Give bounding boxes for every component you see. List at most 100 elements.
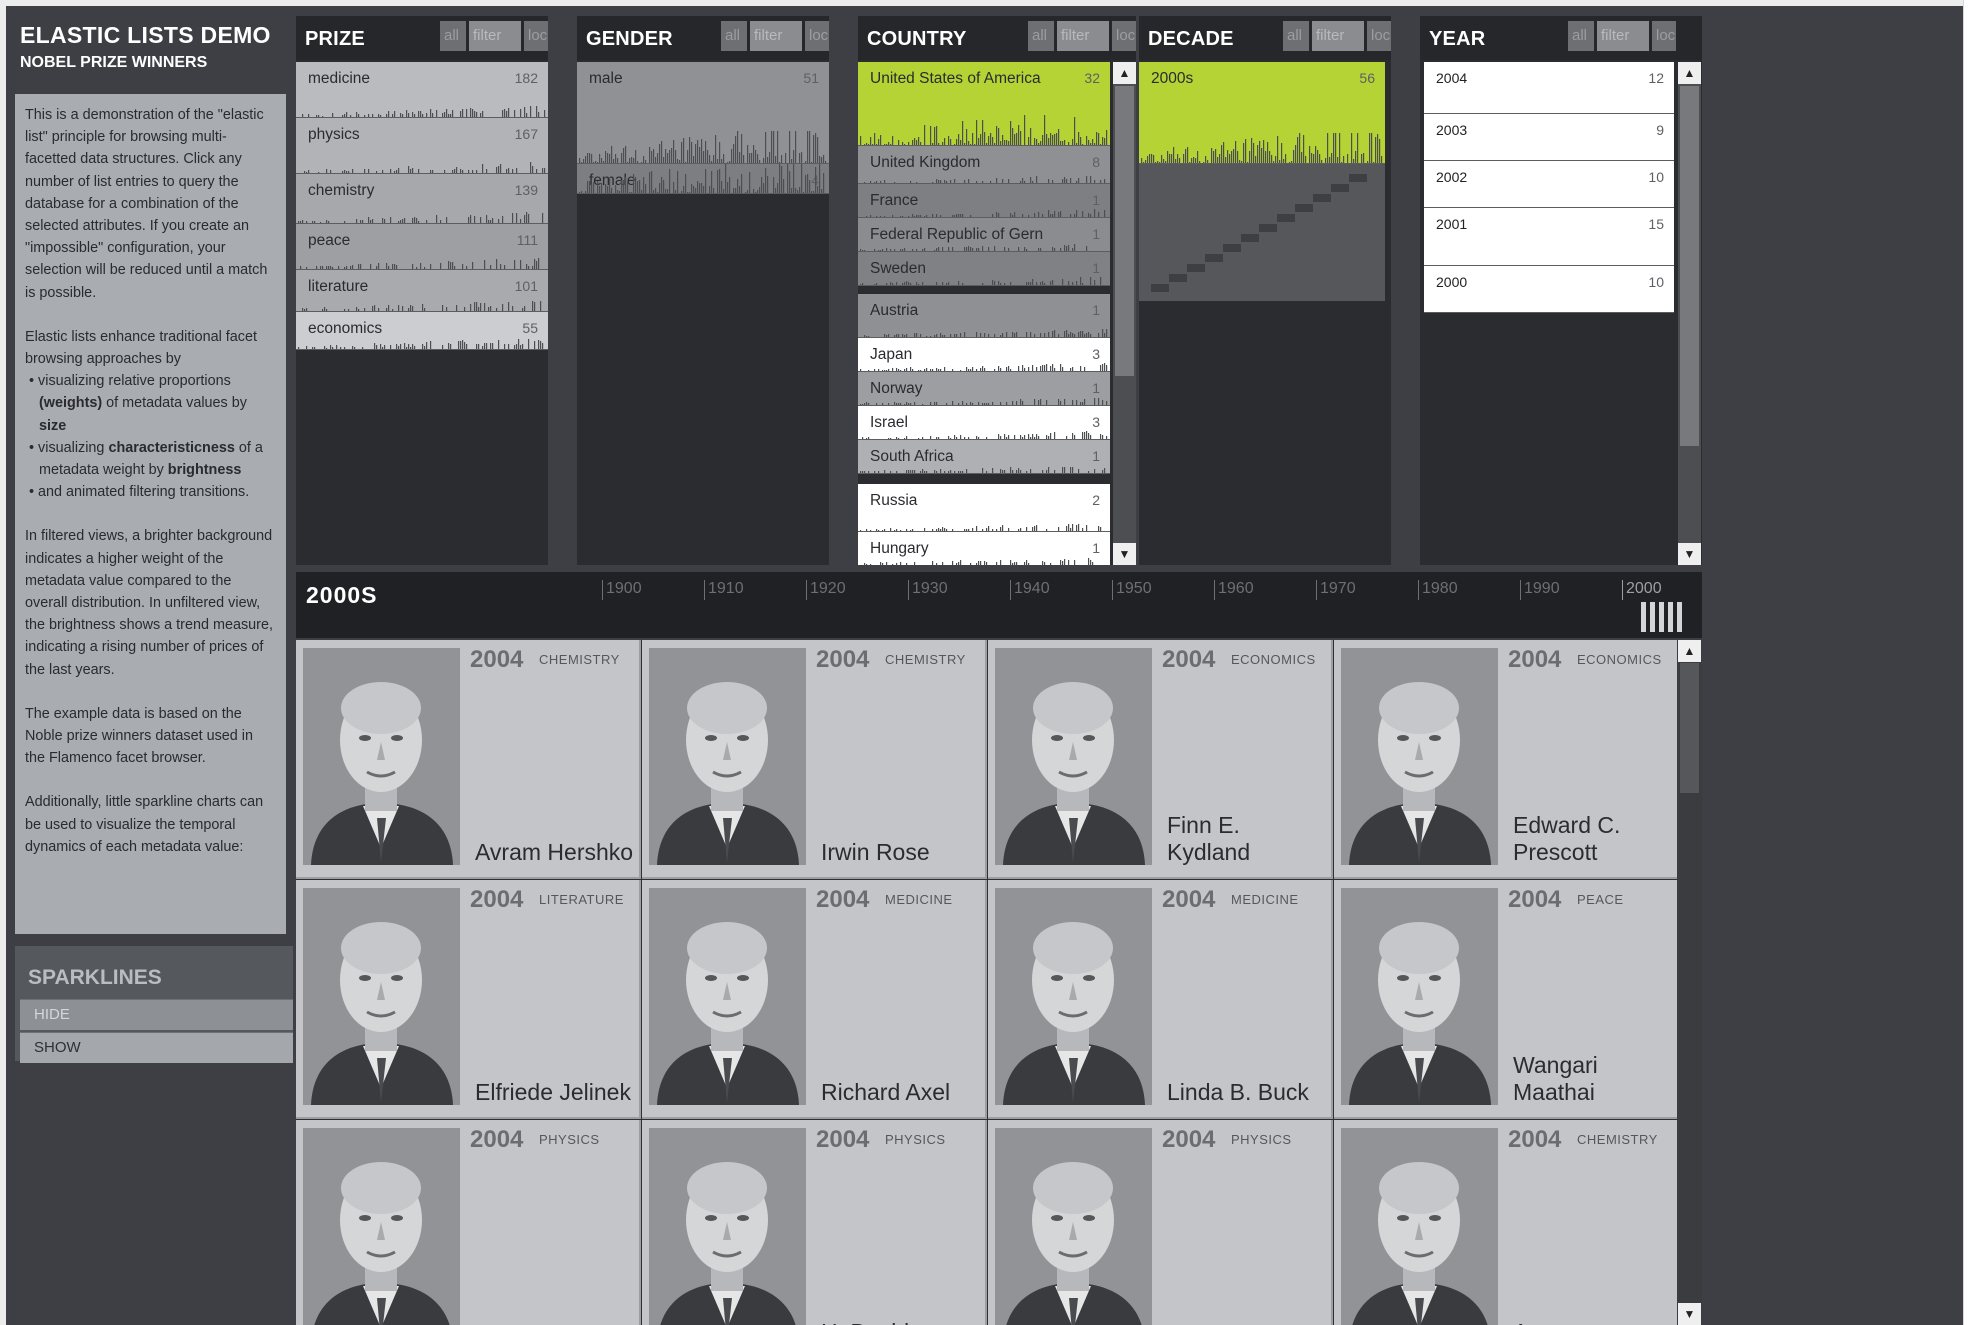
facet-item-label: Russia bbox=[870, 492, 918, 509]
timeline-tick[interactable]: 1910 bbox=[704, 580, 744, 600]
timeline-tick[interactable]: 1920 bbox=[806, 580, 846, 600]
facet-title: DECADE bbox=[1148, 28, 1234, 50]
all-button[interactable]: all bbox=[1028, 21, 1054, 51]
laureate-card[interactable]: 2004 CHEMISTRY Avram Hershko bbox=[296, 640, 641, 879]
facet-item-norway[interactable]: Norway 1 bbox=[858, 372, 1110, 406]
laureate-card[interactable]: 2004 CHEMISTRY Irwin Rose bbox=[642, 640, 987, 879]
facet-item-label: physics bbox=[308, 126, 360, 143]
scroll-down-arrow-icon[interactable]: ▼ bbox=[1678, 543, 1701, 565]
timeline-tick[interactable]: 1970 bbox=[1316, 580, 1356, 600]
filter-button[interactable]: filter bbox=[469, 21, 521, 51]
intro-paragraph: This is a demonstration of the "elastic … bbox=[25, 107, 268, 301]
facet-item-france[interactable]: France 1 bbox=[858, 184, 1110, 218]
laureate-card[interactable]: 2004 ECONOMICS Finn E. Kydland bbox=[988, 640, 1333, 879]
sparkline-chart bbox=[866, 209, 1106, 217]
facet-item-japan[interactable]: Japan 3 bbox=[858, 338, 1110, 372]
facet-item-male[interactable]: male 51 bbox=[577, 62, 829, 164]
scroll-up-arrow-icon[interactable]: ▲ bbox=[1678, 62, 1701, 84]
facet-item-austria[interactable]: Austria 1 bbox=[858, 294, 1110, 338]
facet-item-count: 15 bbox=[1648, 216, 1664, 232]
facet-item-israel[interactable]: Israel 3 bbox=[858, 406, 1110, 440]
sparkline-chart bbox=[302, 301, 542, 311]
year-scrollbar[interactable]: ▲ ▼ bbox=[1678, 62, 1701, 565]
timeline-tick[interactable]: 1960 bbox=[1214, 580, 1254, 600]
lock-button[interactable]: lock bbox=[805, 21, 829, 51]
laureate-name: Richard Axel bbox=[821, 1079, 951, 1105]
facet-item-literature[interactable]: literature 101 bbox=[296, 270, 548, 312]
lock-button[interactable]: lock bbox=[524, 21, 548, 51]
filter-button[interactable]: filter bbox=[1312, 21, 1364, 51]
laureate-card[interactable]: 2004 CHEMISTRY Aaron Ciechanover bbox=[1334, 1120, 1677, 1325]
facet-year: YEAR all filter lock 2004122003920021020… bbox=[1420, 16, 1702, 565]
filter-button[interactable]: filter bbox=[750, 21, 802, 51]
laureate-card[interactable]: 2004 MEDICINE Linda B. Buck bbox=[988, 880, 1333, 1119]
laureate-year: 2004 bbox=[816, 886, 870, 913]
sparkline-chart bbox=[300, 258, 540, 269]
facet-item-peace[interactable]: peace 111 bbox=[296, 224, 548, 270]
facet-item-south-africa[interactable]: South Africa 1 bbox=[858, 440, 1110, 474]
laureate-card[interactable]: 2004 ECONOMICS Edward C. Prescott bbox=[1334, 640, 1677, 879]
results-scrollbar[interactable]: ▲ ▼ bbox=[1677, 640, 1702, 1325]
all-button[interactable]: all bbox=[1283, 21, 1309, 51]
facet-item-2000[interactable]: 2000 10 bbox=[1424, 266, 1674, 313]
laureate-card[interactable]: 2004PHYSICSFrank Wilczek bbox=[988, 1120, 1333, 1325]
lock-button[interactable]: lock bbox=[1652, 21, 1676, 51]
facet-item-sweden[interactable]: Sweden 1 bbox=[858, 252, 1110, 286]
timeline-tick[interactable]: 1990 bbox=[1520, 580, 1560, 600]
facet-item-physics[interactable]: physics 167 bbox=[296, 118, 548, 174]
laureate-card[interactable]: 2004 PEACE Wangari Maathai bbox=[1334, 880, 1677, 1119]
facet-item-2000s[interactable]: 2000s 56 bbox=[1139, 62, 1385, 164]
facet-item-hungary[interactable]: Hungary 1 bbox=[858, 532, 1110, 565]
filter-button[interactable]: filter bbox=[1057, 21, 1109, 51]
laureate-card[interactable]: 2004 LITERATURE Elfriede Jelinek bbox=[296, 880, 641, 1119]
facet-item-2002[interactable]: 2002 10 bbox=[1424, 161, 1674, 208]
facet-item-label: medicine bbox=[308, 70, 371, 87]
facet-item-count: 167 bbox=[514, 126, 538, 142]
facet-item-female[interactable]: female4 bbox=[577, 164, 829, 194]
laureate-photo bbox=[303, 648, 460, 865]
facet-item-2003[interactable]: 2003 9 bbox=[1424, 114, 1674, 161]
facet-item-count: 182 bbox=[514, 70, 538, 86]
facet-item-chemistry[interactable]: chemistry 139 bbox=[296, 174, 548, 224]
facet-item-count: 1 bbox=[1092, 302, 1100, 318]
timeline-tick[interactable]: 1950 bbox=[1112, 580, 1152, 600]
facet-item-2004[interactable]: 2004 12 bbox=[1424, 62, 1674, 114]
country-scrollbar[interactable]: ▲ ▼ bbox=[1113, 62, 1136, 565]
scroll-up-arrow-icon[interactable]: ▲ bbox=[1113, 62, 1136, 84]
laureate-card[interactable]: 2004 MEDICINE Richard Axel bbox=[642, 880, 987, 1119]
timeline-tick[interactable]: 1940 bbox=[1010, 580, 1050, 600]
timeline-tick[interactable]: 1980 bbox=[1418, 580, 1458, 600]
laureate-card[interactable]: 2004 PHYSICS H. David Politzer bbox=[642, 1120, 987, 1325]
app-window: ELASTIC LISTS DEMO NOBEL PRIZE WINNERS T… bbox=[6, 6, 1963, 1325]
scrollbar-thumb[interactable] bbox=[1115, 86, 1134, 376]
laureate-photo bbox=[649, 648, 806, 865]
laureate-year: 2004 bbox=[1162, 646, 1216, 673]
facet-prize: PRIZE all filter lock medicine 182 physics… bbox=[296, 16, 548, 565]
facet-item-count: 2 bbox=[1092, 492, 1100, 508]
facet-item-united-states-of-america[interactable]: United States of America 32 bbox=[858, 62, 1110, 146]
facet-item-medicine[interactable]: medicine 182 bbox=[296, 62, 548, 118]
scrollbar-thumb[interactable] bbox=[1680, 663, 1699, 793]
timeline-tick[interactable]: 1930 bbox=[908, 580, 948, 600]
facet-item-2001[interactable]: 2001 15 bbox=[1424, 208, 1674, 266]
filter-button[interactable]: filter bbox=[1597, 21, 1649, 51]
facet-item-russia[interactable]: Russia 2 bbox=[858, 484, 1110, 532]
facet-item-united-kingdom[interactable]: United Kingdom 8 bbox=[858, 146, 1110, 184]
lock-button[interactable]: lock bbox=[1112, 21, 1136, 51]
lock-button[interactable]: lock bbox=[1367, 21, 1391, 51]
laureate-card[interactable]: 2004PHYSICSDavid J. G... bbox=[296, 1120, 641, 1325]
all-button[interactable]: all bbox=[440, 21, 466, 51]
scroll-down-arrow-icon[interactable]: ▼ bbox=[1113, 543, 1136, 565]
scroll-down-arrow-icon[interactable]: ▼ bbox=[1678, 1303, 1701, 1325]
sparklines-show-button[interactable]: SHOW bbox=[20, 1032, 293, 1063]
intro-paragraph: Additionally, little sparkline charts ca… bbox=[25, 794, 264, 855]
scroll-up-arrow-icon[interactable]: ▲ bbox=[1678, 640, 1701, 662]
sparklines-hide-button[interactable]: HIDE bbox=[20, 999, 293, 1030]
facet-item-economics[interactable]: economics 55 bbox=[296, 312, 548, 350]
timeline-tick[interactable]: 1900 bbox=[602, 580, 642, 600]
all-button[interactable]: all bbox=[1568, 21, 1594, 51]
all-button[interactable]: all bbox=[721, 21, 747, 51]
timeline-tick[interactable]: 2000 bbox=[1622, 580, 1662, 600]
scrollbar-thumb[interactable] bbox=[1680, 86, 1699, 446]
facet-item-federal-republic-of-gern[interactable]: Federal Republic of Gern 1 bbox=[858, 218, 1110, 252]
